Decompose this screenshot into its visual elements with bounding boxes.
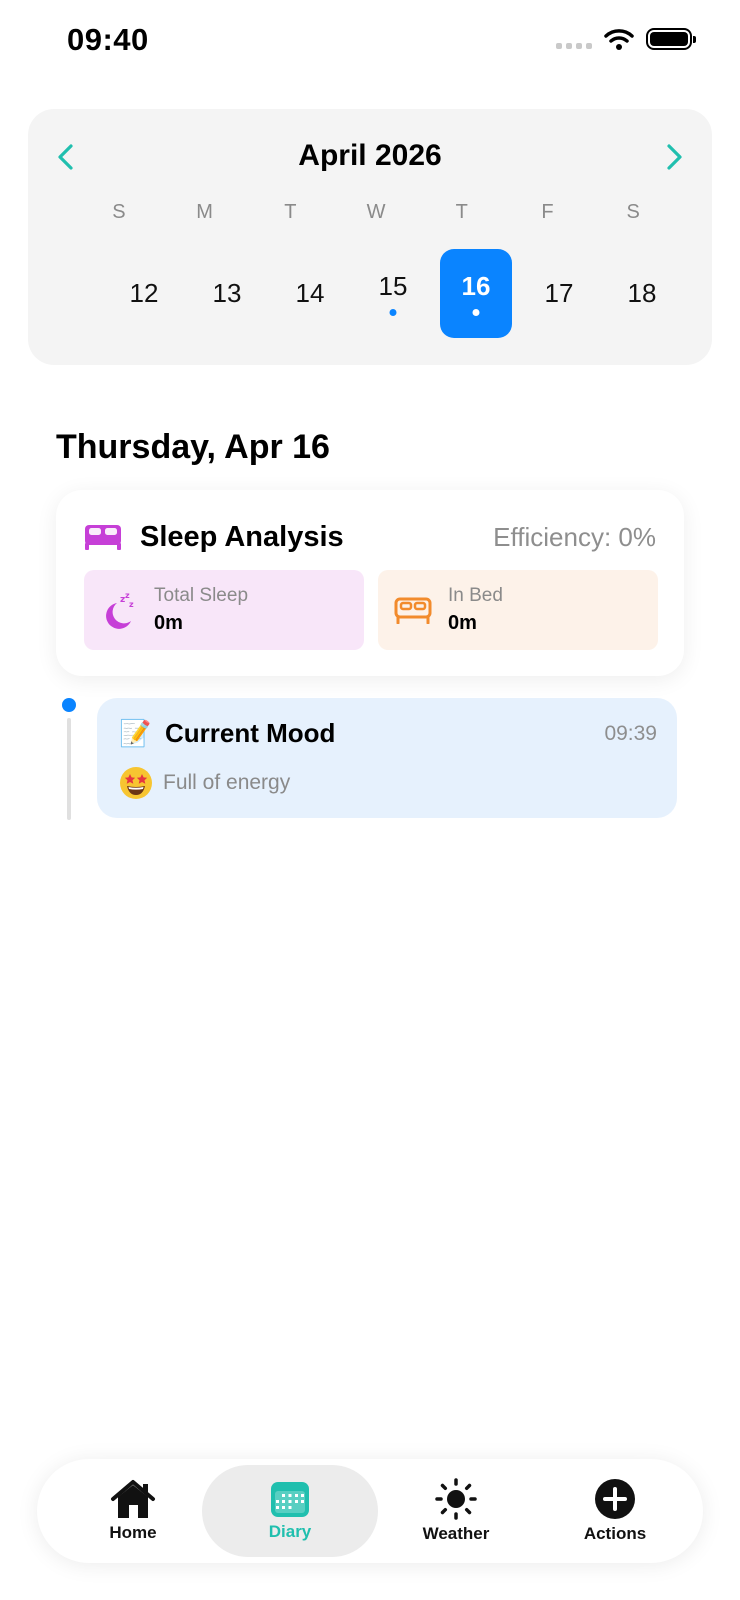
entry-indicator-dot <box>389 309 397 316</box>
weekday-labels: S M T W T F S <box>76 201 676 224</box>
entry-indicator-dot <box>472 309 480 316</box>
in-bed-label: In Bed <box>448 585 503 606</box>
status-time: 09:40 <box>67 22 149 57</box>
tab-actions-label: Actions <box>583 1524 647 1543</box>
tab-home[interactable]: Home <box>74 1465 192 1557</box>
sleep-analysis-title: Sleep Analysis <box>140 520 344 553</box>
timeline-line <box>67 718 71 820</box>
day-cell[interactable]: 18 <box>606 249 678 338</box>
day-number: 14 <box>295 278 325 308</box>
tab-home-label: Home <box>109 1523 157 1542</box>
chevron-right-icon <box>667 144 682 170</box>
tab-diary[interactable]: Diary <box>202 1465 378 1557</box>
day-cell[interactable]: 17 <box>523 249 595 338</box>
battery-icon <box>646 28 696 50</box>
wifi-icon <box>604 29 634 50</box>
weekday-label: T <box>284 201 297 223</box>
moon-zzz-icon: z z z <box>84 591 154 629</box>
day-cell[interactable]: 12 <box>108 249 180 338</box>
day-number: 13 <box>212 278 242 308</box>
house-icon <box>111 1480 155 1518</box>
svg-text:z: z <box>125 591 130 600</box>
plus-circle-icon <box>595 1479 635 1519</box>
memo-icon: 📝 <box>119 718 152 748</box>
mood-entry-time: 09:39 <box>604 721 657 745</box>
day-number: 16 <box>461 271 491 301</box>
day-number: 18 <box>627 278 657 308</box>
status-icons <box>556 28 696 50</box>
day-cell[interactable]: 15 <box>357 249 429 338</box>
tab-weather[interactable]: Weather <box>394 1465 518 1557</box>
day-number: 15 <box>378 271 408 301</box>
timeline-dot <box>62 698 76 712</box>
sleep-efficiency: Efficiency: 0% <box>493 521 656 552</box>
weekday-label: M <box>196 201 213 223</box>
weekday-label: S <box>112 201 126 223</box>
month-title: April 2026 <box>298 139 442 172</box>
total-sleep-tile: z z z Total Sleep 0m <box>84 570 364 650</box>
day-cell[interactable]: 14 <box>274 249 346 338</box>
weekday-label: T <box>455 201 468 223</box>
total-sleep-label: Total Sleep <box>154 585 249 606</box>
in-bed-tile: In Bed 0m <box>378 570 658 650</box>
star-struck-face-icon <box>120 767 152 799</box>
diary-screen: 09:40 April 2026 S M T W T F S 12 13 14 … <box>0 0 740 1600</box>
sleep-analysis-card[interactable]: Sleep Analysis Efficiency: 0% z z z Tota… <box>56 490 684 676</box>
in-bed-value: 0m <box>448 612 477 634</box>
bed-icon <box>85 525 121 550</box>
mood-description: Full of energy <box>163 771 291 794</box>
total-sleep-value: 0m <box>154 612 183 634</box>
tab-weather-label: Weather <box>422 1524 490 1543</box>
cellular-signal-icon <box>556 29 592 49</box>
day-cell-selected[interactable]: 16 <box>440 249 512 338</box>
calendar-header: April 2026 <box>28 135 712 179</box>
weekday-label: F <box>541 201 554 223</box>
weekday-label: S <box>626 201 640 223</box>
mood-entry-header: 📝 Current Mood 09:39 <box>119 718 657 749</box>
mood-entry-body: Full of energy <box>119 766 290 800</box>
sun-icon <box>435 1478 477 1520</box>
week-calendar: April 2026 S M T W T F S 12 13 14 15 16 … <box>28 109 712 365</box>
mood-entry-title: Current Mood <box>165 718 336 748</box>
bed-outline-icon <box>378 596 448 624</box>
weekday-label: W <box>366 201 386 223</box>
date-heading: Thursday, Apr 16 <box>56 428 330 466</box>
calendar-icon <box>271 1482 309 1517</box>
svg-text:z: z <box>129 600 134 609</box>
day-number: 12 <box>129 278 159 308</box>
day-row: 12 13 14 15 16 17 18 <box>108 249 678 338</box>
next-month-button[interactable] <box>660 141 690 173</box>
mood-entry-card[interactable]: 📝 Current Mood 09:39 Full of energy <box>97 698 677 818</box>
day-number: 17 <box>544 278 574 308</box>
tab-actions[interactable]: Actions <box>553 1465 677 1557</box>
day-cell[interactable]: 13 <box>191 249 263 338</box>
bottom-tab-bar: Home Diary Weather Actions <box>37 1459 703 1563</box>
sleep-analysis-header: Sleep Analysis Efficiency: 0% <box>84 518 656 556</box>
tab-diary-label: Diary <box>268 1522 312 1541</box>
